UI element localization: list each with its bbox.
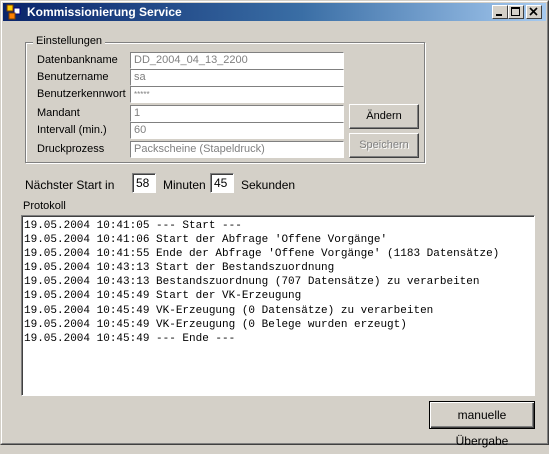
maximize-icon [511, 7, 520, 16]
log-line: 19.05.2004 10:45:49 --- Ende --- [24, 332, 236, 345]
log-line: 19.05.2004 10:45:49 VK-Erzeugung (0 Bele… [24, 318, 407, 331]
minutes-field[interactable]: 58 [132, 173, 156, 193]
username-field[interactable]: sa [130, 69, 344, 86]
protocol-label: Protokoll [23, 200, 66, 212]
log-line: 19.05.2004 10:41:05 --- Start --- [24, 220, 242, 232]
password-field[interactable]: ***** [130, 86, 344, 103]
next-start-label: Nächster Start in [25, 178, 115, 192]
manual-transfer-label: manuelle Übergabe [455, 408, 509, 448]
print-process-label: Druckprozess [37, 143, 105, 155]
database-label: Datenbankname [37, 54, 118, 66]
interval-field[interactable]: 60 [130, 122, 344, 139]
close-icon [529, 7, 538, 16]
log-line: 19.05.2004 10:41:06 Start der Abfrage 'O… [24, 234, 388, 247]
log-line: 19.05.2004 10:43:13 Bestandszuordnung (7… [24, 276, 480, 289]
title-bar[interactable]: Kommissionierung Service [3, 3, 546, 21]
save-button-label: Speichern [359, 139, 409, 151]
change-button[interactable]: Ändern [349, 104, 419, 129]
print-process-field[interactable]: Packscheine (Stapeldruck) [130, 141, 344, 158]
settings-legend: Einstellungen [33, 35, 106, 47]
client-field[interactable]: 1 [130, 105, 344, 122]
save-button[interactable]: Speichern [349, 133, 419, 158]
change-button-label: Ändern [366, 110, 402, 122]
database-field[interactable]: DD_2004_04_13_2200 [130, 52, 344, 69]
main-window: Kommissionierung Service Einstellungen D… [0, 0, 549, 448]
window-title: Kommissionierung Service [27, 5, 182, 19]
minimize-icon [496, 14, 502, 16]
close-button[interactable] [526, 5, 542, 19]
password-label: Benutzerkennwort [37, 88, 126, 100]
log-line: 19.05.2004 10:45:49 Start der VK-Erzeugu… [24, 290, 302, 303]
interval-label: Intervall (min.) [37, 124, 107, 136]
seconds-field[interactable]: 45 [210, 173, 234, 193]
log-line: 19.05.2004 10:45:49 VK-Erzeugung (0 Date… [24, 304, 434, 317]
minimize-button[interactable] [492, 5, 508, 19]
client-label: Mandant [37, 107, 80, 119]
log-line: 19.05.2004 10:43:13 Start der Bestandszu… [24, 262, 335, 275]
seconds-label: Sekunden [241, 178, 296, 192]
app-icon [6, 4, 21, 20]
minutes-label: Minuten [163, 178, 206, 192]
manual-transfer-button[interactable]: manuelle Übergabe [429, 401, 535, 448]
log-line: 19.05.2004 10:41:55 Ende der Abfrage 'Of… [24, 248, 500, 261]
maximize-button[interactable] [508, 5, 524, 19]
username-label: Benutzername [37, 71, 109, 83]
protocol-log[interactable]: 19.05.2004 10:41:05 --- Start --- 19.05.… [21, 215, 535, 396]
